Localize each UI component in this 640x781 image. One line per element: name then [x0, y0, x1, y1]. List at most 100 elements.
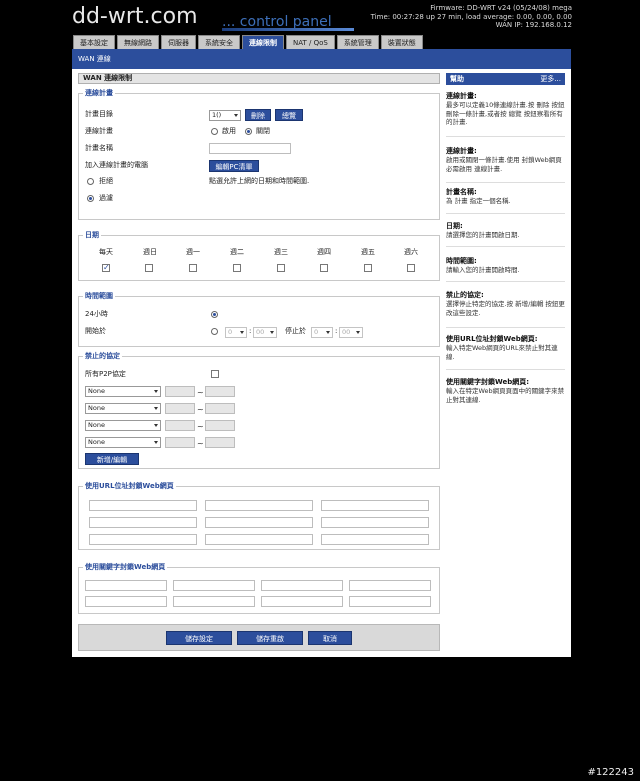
- help-item-body: 輸入在特定Web網頁頁面中的關鍵字來禁止對其連線.: [446, 387, 565, 404]
- deny-label: 拒絕: [99, 177, 113, 185]
- start-hour-value: 0: [228, 328, 233, 336]
- port-end-2[interactable]: [205, 403, 235, 414]
- help-more-link[interactable]: 更多...: [540, 73, 561, 85]
- help-item: 使用關鍵字封鎖Web網頁: 輸入在特定Web網頁頁面中的關鍵字來禁止對其連線.: [446, 378, 565, 414]
- url-input-8[interactable]: [205, 534, 313, 545]
- policy-name-input[interactable]: [209, 143, 291, 154]
- port-end-4[interactable]: [205, 437, 235, 448]
- service-select-1[interactable]: None: [85, 386, 161, 397]
- service-select-2[interactable]: None: [85, 403, 161, 414]
- help-header: 幫助 更多...: [446, 73, 565, 85]
- url-input-6[interactable]: [321, 517, 429, 528]
- checkbox-everyday[interactable]: [102, 263, 110, 272]
- save-button[interactable]: 儲存設定: [166, 631, 232, 645]
- tilde: ~: [197, 405, 204, 414]
- url-input-5[interactable]: [205, 517, 313, 528]
- days-group: 日期 每天 週日 週一 週二 週三 週四 週五 週六: [78, 231, 440, 281]
- tab-setup[interactable]: 基本設定: [73, 35, 115, 49]
- time-range-radio[interactable]: [211, 328, 218, 335]
- day-label-fri: 週五: [361, 248, 375, 256]
- url-input-9[interactable]: [321, 534, 429, 545]
- main-panel: WAN 連線 WAN 連線限制 連線計畫 計畫目錄 1() 刪除 總覽 連線計畫…: [72, 49, 571, 657]
- tab-services[interactable]: 伺服器: [161, 35, 196, 49]
- day-label-tue: 週二: [230, 248, 244, 256]
- port-start-2[interactable]: [165, 403, 195, 414]
- url-input-4[interactable]: [89, 517, 197, 528]
- start-hour-select[interactable]: 0: [225, 327, 247, 338]
- delete-button[interactable]: 刪除: [245, 109, 271, 121]
- tab-wireless[interactable]: 無線網路: [117, 35, 159, 49]
- checkbox-fri[interactable]: [364, 264, 372, 272]
- checkbox-mon[interactable]: [189, 264, 197, 272]
- uptime-info: Time: 00:27:28 up 27 min, load average: …: [370, 12, 572, 21]
- p2p-checkbox[interactable]: [211, 370, 219, 378]
- firmware-info: Firmware: DD-WRT v24 (05/24/08) mega Tim…: [371, 4, 572, 30]
- main-tabs: 基本設定 無線網路 伺服器 系統安全 連線限制 NAT / QoS 系統管理 裝…: [73, 35, 423, 49]
- port-start-3[interactable]: [165, 420, 195, 431]
- port-start-4[interactable]: [165, 437, 195, 448]
- days-legend: 日期: [83, 231, 101, 240]
- keyword-input-1[interactable]: [85, 580, 167, 591]
- add-edit-service-button[interactable]: 新增/編輯: [85, 453, 139, 465]
- filter-note: 點選允許上網的日期和時間範圍.: [209, 177, 310, 185]
- content-area: WAN 連線限制 連線計畫 計畫目錄 1() 刪除 總覽 連線計畫 啟用 關閉 …: [78, 73, 440, 614]
- url-input-2[interactable]: [205, 500, 313, 511]
- tab-administration[interactable]: 系統管理: [336, 35, 379, 49]
- summary-button[interactable]: 總覽: [275, 109, 303, 121]
- subtab-wan-access[interactable]: WAN 連線: [78, 54, 111, 64]
- end-minute-select[interactable]: 00: [339, 327, 363, 338]
- checkbox-tue[interactable]: [233, 264, 241, 272]
- keyword-input-3[interactable]: [261, 580, 343, 591]
- tilde: ~: [197, 439, 204, 448]
- tab-access-restrictions[interactable]: 連線限制: [242, 35, 284, 49]
- url-block-group: 使用URL位址封鎖Web網頁: [78, 482, 440, 550]
- chevron-down-icon: [270, 331, 274, 334]
- port-start-1[interactable]: [165, 386, 195, 397]
- cancel-button[interactable]: 取消: [308, 631, 352, 645]
- allday-radio[interactable]: [211, 311, 218, 318]
- enable-radio[interactable]: [211, 128, 218, 135]
- keyword-input-6[interactable]: [173, 596, 255, 607]
- keyword-input-5[interactable]: [85, 596, 167, 607]
- url-input-7[interactable]: [89, 534, 197, 545]
- port-end-3[interactable]: [205, 420, 235, 431]
- help-item-body: 請選擇您的計畫開啟日期.: [446, 231, 520, 239]
- keyword-input-7[interactable]: [261, 596, 343, 607]
- url-input-3[interactable]: [321, 500, 429, 511]
- enable-label: 啟用: [222, 127, 236, 135]
- help-item: 連線計畫: 啟用或關閉一條計畫.使用 封鎖Web網頁 必需啟用 連線計畫.: [446, 147, 565, 183]
- apply-button[interactable]: 儲存重啟: [237, 631, 303, 645]
- help-item: 時間範圍: 請輸入您的計畫開啟時間.: [446, 257, 565, 282]
- edit-pc-list-button[interactable]: 編輯PC清單: [209, 160, 259, 172]
- keyword-input-8[interactable]: [349, 596, 431, 607]
- checkbox-wed[interactable]: [277, 264, 285, 272]
- service-select-4[interactable]: None: [85, 437, 161, 448]
- deny-radio[interactable]: [87, 178, 94, 185]
- checkbox-sun[interactable]: [145, 264, 153, 272]
- checkbox-thu[interactable]: [320, 264, 328, 272]
- service-select-3[interactable]: None: [85, 420, 161, 431]
- end-hour-select[interactable]: 0: [311, 327, 333, 338]
- blocked-services-group: 禁止的協定 所有P2P協定 None ~ None ~ None ~ None: [78, 352, 440, 469]
- help-item-body: 請輸入您的計畫開啟時間.: [446, 266, 520, 274]
- subtab-bar: WAN 連線: [72, 49, 571, 69]
- tab-security[interactable]: 系統安全: [198, 35, 240, 49]
- keyword-input-2[interactable]: [173, 580, 255, 591]
- wan-ip: WAN IP: 192.168.0.12: [495, 21, 572, 29]
- policy-status-label: 連線計畫: [85, 127, 113, 135]
- disable-radio[interactable]: [245, 128, 252, 135]
- help-item: 日期: 請選擇您的計畫開啟日期.: [446, 222, 565, 247]
- tilde: ~: [197, 422, 204, 431]
- checkbox-sat[interactable]: [407, 264, 415, 272]
- policy-select[interactable]: 1(): [209, 110, 241, 121]
- port-end-1[interactable]: [205, 386, 235, 397]
- tab-nat-qos[interactable]: NAT / QoS: [286, 35, 335, 49]
- keyword-block-group: 使用關鍵字封鎖Web網頁: [78, 563, 440, 614]
- start-minute-select[interactable]: 00: [253, 327, 277, 338]
- url-input-1[interactable]: [89, 500, 197, 511]
- keyword-input-4[interactable]: [349, 580, 431, 591]
- policy-group: 連線計畫 計畫目錄 1() 刪除 總覽 連線計畫 啟用 關閉 計畫名稱 加入連線…: [78, 89, 440, 220]
- service-value-4: None: [88, 438, 105, 446]
- filter-radio[interactable]: [87, 195, 94, 202]
- tab-status[interactable]: 裝置狀態: [380, 35, 423, 49]
